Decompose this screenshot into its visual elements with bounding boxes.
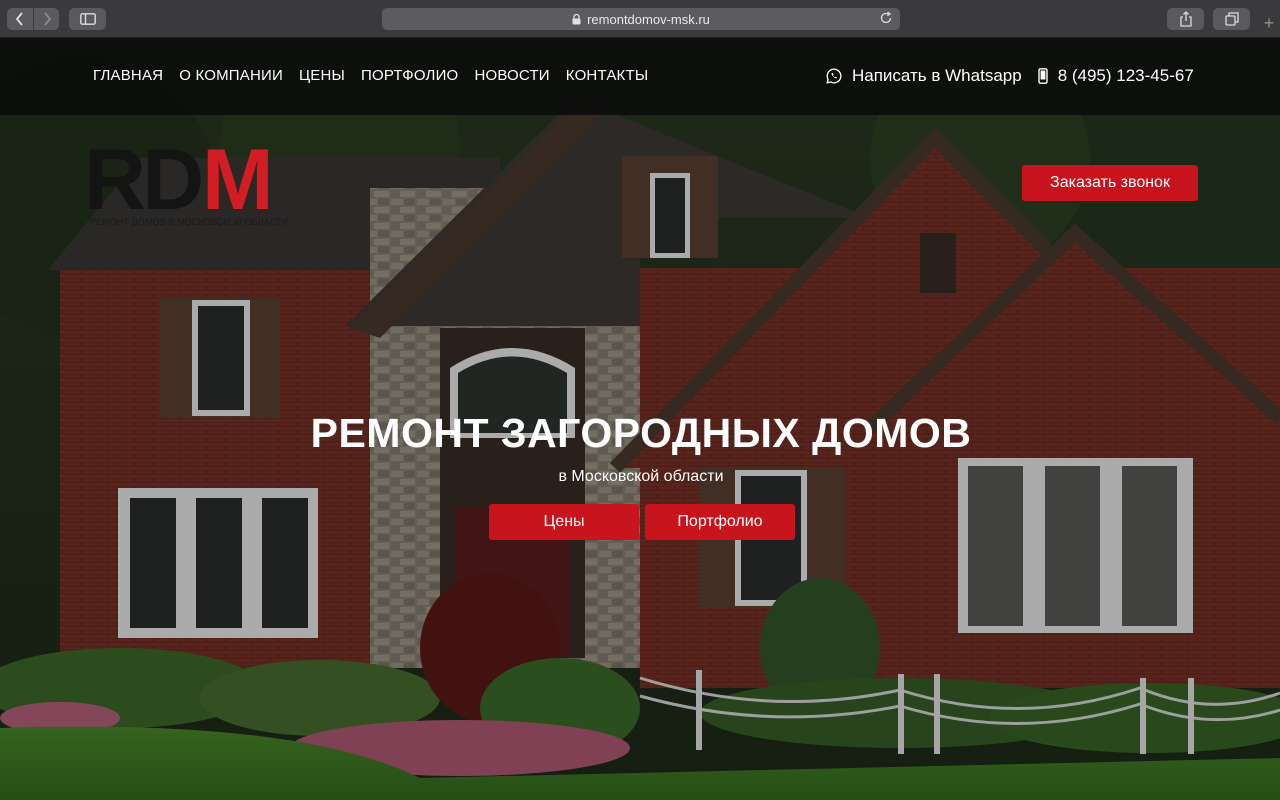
- nav-item-about[interactable]: О КОМПАНИИ: [179, 67, 283, 84]
- whatsapp-icon: [826, 68, 842, 84]
- whatsapp-link[interactable]: Написать в Whatsapp: [826, 66, 1022, 86]
- address-url: remontdomov-msk.ru: [587, 11, 710, 27]
- tabs-icon: [1224, 12, 1239, 26]
- order-call-button[interactable]: Заказать звонок: [1022, 165, 1198, 201]
- browser-toolbar: remontdomov-msk.ru +: [0, 0, 1280, 38]
- webpage: ГЛАВНАЯ О КОМПАНИИ ЦЕНЫ ПОРТФОЛИО НОВОСТ…: [0, 38, 1280, 800]
- nav-item-portfolio[interactable]: ПОРТФОЛИО: [361, 67, 458, 84]
- rdm-logo-mark: RD M: [84, 132, 274, 228]
- share-icon: [1179, 11, 1192, 27]
- share-button[interactable]: [1167, 8, 1204, 30]
- nav-item-home[interactable]: ГЛАВНАЯ: [93, 67, 163, 84]
- whatsapp-label: Написать в Whatsapp: [852, 66, 1022, 85]
- main-nav: ГЛАВНАЯ О КОМПАНИИ ЦЕНЫ ПОРТФОЛИО НОВОСТ…: [93, 67, 664, 84]
- mobile-phone-icon: [1037, 68, 1048, 84]
- reload-icon[interactable]: [879, 11, 893, 25]
- hero-buttons: Цены Портфолио: [489, 504, 795, 540]
- back-button[interactable]: [7, 8, 33, 30]
- svg-text:M: M: [202, 137, 274, 217]
- portfolio-button[interactable]: Портфолио: [645, 504, 795, 540]
- header-contacts: Написать в Whatsapp 8 (495) 123-45-67: [826, 66, 1194, 86]
- chevron-right-icon: [43, 12, 51, 26]
- hero-title: РЕМОНТ ЗАГОРОДНЫХ ДОМОВ: [310, 410, 972, 456]
- svg-text:RD: RD: [84, 137, 201, 217]
- forward-button[interactable]: [34, 8, 59, 30]
- sidebar-button[interactable]: [69, 8, 106, 30]
- nav-item-prices[interactable]: ЦЕНЫ: [299, 67, 345, 84]
- new-tab-button[interactable]: +: [1258, 14, 1280, 32]
- nav-item-contacts[interactable]: КОНТАКТЫ: [566, 67, 649, 84]
- phone-link[interactable]: 8 (495) 123-45-67: [1037, 66, 1194, 86]
- site-header: ГЛАВНАЯ О КОМПАНИИ ЦЕНЫ ПОРТФОЛИО НОВОСТ…: [0, 38, 1280, 115]
- site-logo[interactable]: RD M РЕМОНТ ДОМОВ В МОСКОВСКОЙ ОБЛАСТИ: [84, 132, 294, 232]
- prices-button[interactable]: Цены: [489, 504, 639, 540]
- chevron-left-icon: [15, 12, 23, 26]
- nav-item-news[interactable]: НОВОСТИ: [474, 67, 549, 84]
- sidebar-icon: [79, 13, 96, 25]
- tabs-overview-button[interactable]: [1213, 8, 1250, 30]
- hero-subtitle: в Московской области: [558, 468, 724, 485]
- logo-subtitle: РЕМОНТ ДОМОВ В МОСКОВСКОЙ ОБЛАСТИ: [90, 217, 289, 227]
- lock-icon: [572, 13, 581, 24]
- address-bar[interactable]: remontdomov-msk.ru: [382, 8, 900, 30]
- phone-number: 8 (495) 123-45-67: [1057, 66, 1194, 85]
